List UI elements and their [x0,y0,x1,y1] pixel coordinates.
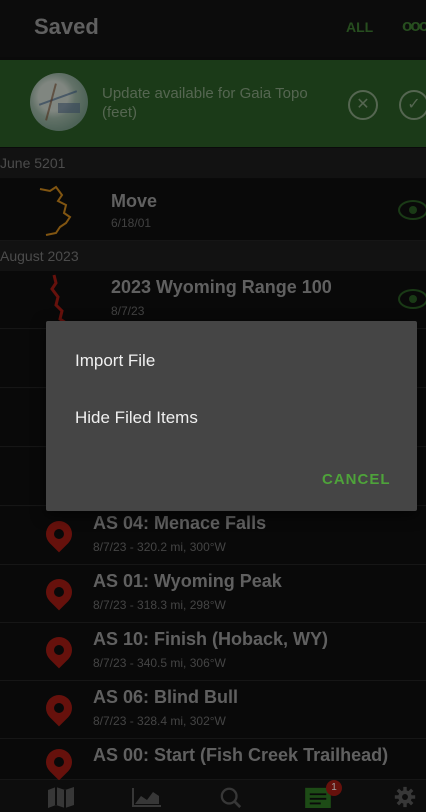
import-file-option[interactable]: Import File [75,351,155,371]
cancel-button[interactable]: CANCEL [322,471,391,488]
options-dialog: Import File Hide Filed Items CANCEL [46,321,417,511]
hide-filed-items-option[interactable]: Hide Filed Items [75,408,198,428]
